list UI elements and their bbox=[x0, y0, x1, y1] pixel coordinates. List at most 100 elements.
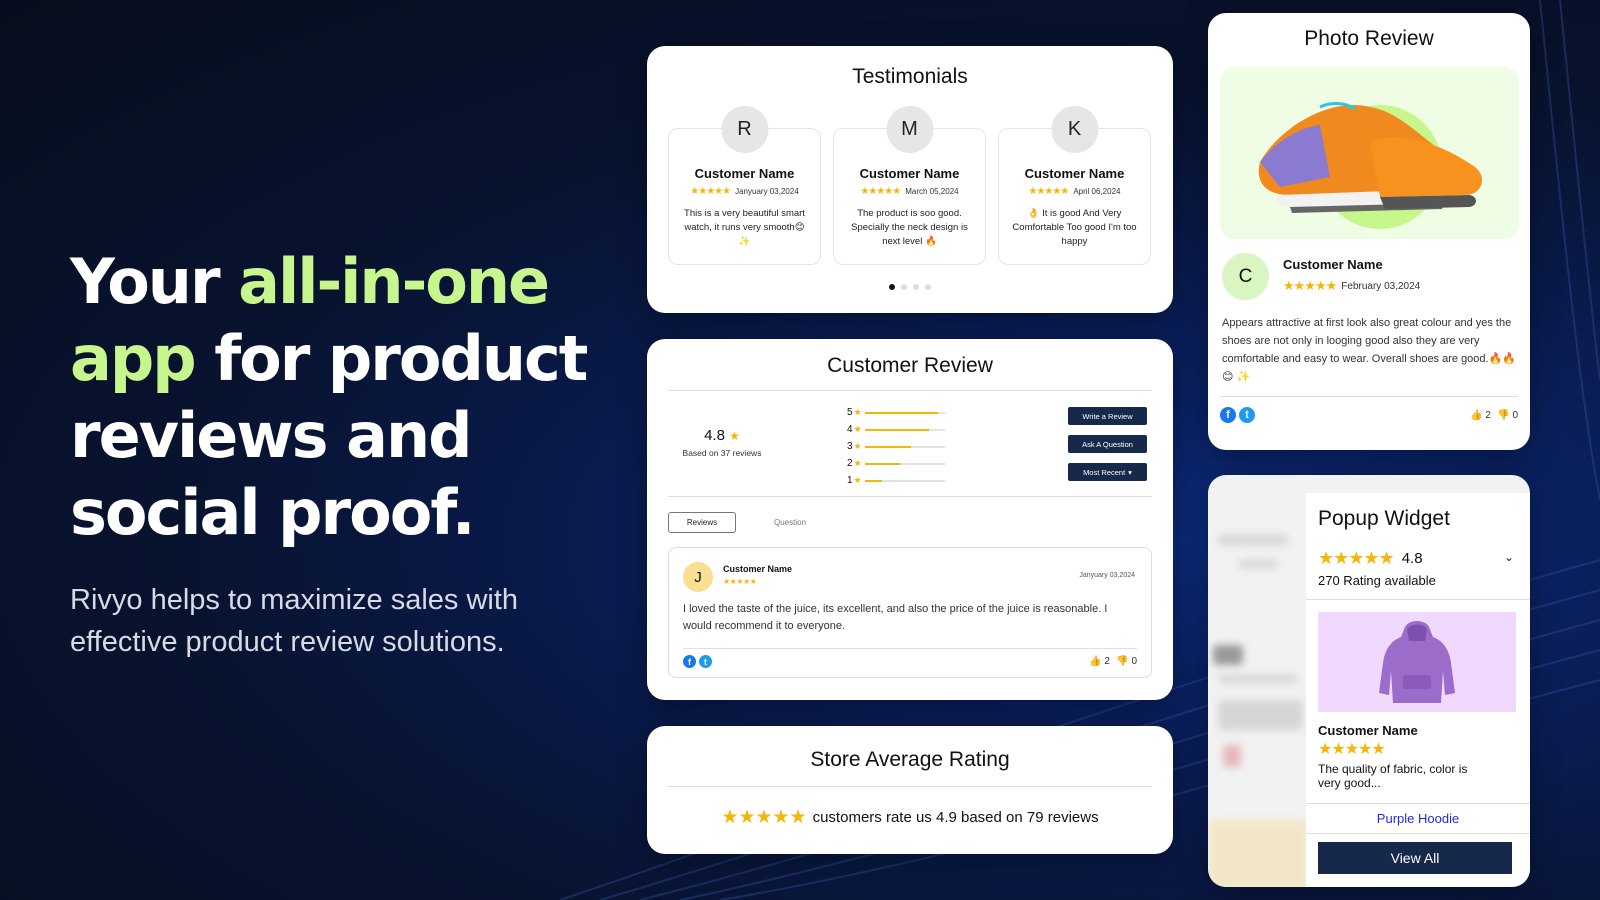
carousel-pagination bbox=[889, 284, 931, 290]
thumbs-up-icon: 👍 bbox=[1469, 409, 1483, 421]
customer-name: Customer Name bbox=[1283, 257, 1383, 272]
product-image-hoodie[interactable] bbox=[1318, 612, 1516, 712]
divider bbox=[668, 786, 1152, 787]
average-rating: 4.8 bbox=[1401, 550, 1423, 567]
share-buttons: f t bbox=[1220, 407, 1255, 423]
dislike-count: 0 bbox=[1512, 409, 1518, 421]
review-text: The product is soo good. Specially the n… bbox=[851, 208, 968, 247]
review-text: This is a very beautiful smart watch, it… bbox=[684, 208, 805, 247]
shoe-illustration bbox=[1258, 102, 1483, 229]
rating-bar-track bbox=[864, 428, 945, 431]
avatar: C bbox=[1222, 253, 1269, 300]
divider bbox=[668, 390, 1152, 391]
review-date: March 05,2024 bbox=[905, 187, 959, 196]
star-icon: ★ bbox=[853, 458, 862, 468]
review-date: Janyuary 03,2024 bbox=[1079, 572, 1135, 579]
thumbs-up-icon: 👍 bbox=[1088, 656, 1102, 667]
popup-widget-card: Popup Widget ★★★★★ 4.8 ⌄ 270 Rating avai… bbox=[1208, 475, 1530, 887]
hero-section: Your all-in-one app for product reviews … bbox=[70, 243, 590, 663]
star-icon: ★ bbox=[853, 407, 862, 417]
review-count: Based on 37 reviews bbox=[682, 448, 762, 458]
testimonial-item: R Customer Name ★★★★★ Janyuary 03,2024 Th… bbox=[668, 106, 821, 265]
popup-widget-title: Popup Widget bbox=[1318, 507, 1450, 530]
avatar: R bbox=[721, 106, 768, 153]
customer-review-card: Customer Review 4.8 ★ Based on 37 review… bbox=[647, 339, 1173, 700]
review-date: Janyuary 03,2024 bbox=[735, 187, 799, 196]
rating-summary: 4.8 ★ Based on 37 reviews bbox=[647, 427, 797, 458]
pagination-dot-4[interactable] bbox=[925, 284, 931, 290]
rating-bar-row[interactable]: 2 ★ bbox=[847, 455, 945, 472]
hero-subtitle: Rivyo helps to maximize sales with effec… bbox=[70, 584, 519, 658]
rating-bar-row[interactable]: 1 ★ bbox=[847, 472, 945, 489]
blurred-background-content bbox=[1218, 675, 1298, 683]
rating-bar-row[interactable]: 4 ★ bbox=[847, 421, 945, 438]
product-image-shoe[interactable] bbox=[1220, 67, 1519, 239]
pagination-dot-2[interactable] bbox=[901, 284, 907, 290]
share-buttons: f t bbox=[683, 655, 712, 668]
hoodie-illustration bbox=[1379, 621, 1455, 703]
facebook-icon[interactable]: f bbox=[683, 655, 696, 668]
like-button[interactable]: 👍 2 bbox=[1470, 410, 1491, 421]
chevron-down-icon[interactable]: ⌄ bbox=[1504, 550, 1514, 564]
store-rating-text: customers rate us 4.9 based on 79 review… bbox=[812, 809, 1099, 826]
average-rating: 4.8 bbox=[704, 427, 725, 444]
divider bbox=[683, 648, 1137, 649]
product-link[interactable]: Purple Hoodie bbox=[1306, 811, 1530, 826]
view-all-button[interactable]: View All bbox=[1318, 842, 1512, 874]
blurred-background-content bbox=[1213, 645, 1243, 665]
hero-title: Your all-in-one app for product reviews … bbox=[70, 245, 588, 549]
popup-widget-panel: Popup Widget ★★★★★ 4.8 ⌄ 270 Rating avai… bbox=[1306, 493, 1530, 887]
rating-bar-track bbox=[864, 411, 945, 414]
star-icon: ★ bbox=[853, 441, 862, 451]
star-rating: ★★★★★ bbox=[1318, 548, 1395, 568]
rating-bar-fill bbox=[864, 479, 883, 482]
star-rating: ★★★★★ bbox=[690, 186, 731, 197]
photo-review-card: Photo Review C Customer Name ★★★★★ Febru… bbox=[1208, 13, 1530, 450]
ask-question-button[interactable]: Ask A Question bbox=[1068, 435, 1147, 453]
star-rating: ★★★★★ bbox=[1283, 278, 1337, 293]
write-review-button[interactable]: Write a Review bbox=[1068, 407, 1147, 425]
twitter-icon[interactable]: t bbox=[699, 655, 712, 668]
customer-name: Customer Name bbox=[694, 166, 795, 181]
rating-bar-row[interactable]: 3 ★ bbox=[847, 438, 945, 455]
blurred-background-content bbox=[1238, 560, 1278, 568]
rating-count: 270 Rating available bbox=[1318, 573, 1436, 588]
avatar: K bbox=[1051, 106, 1098, 153]
customer-name: Customer Name bbox=[1024, 166, 1125, 181]
thumbs-down-icon: 👎 bbox=[1496, 409, 1510, 421]
tab-question[interactable]: Question bbox=[756, 513, 824, 532]
store-rating-title: Store Average Rating bbox=[810, 748, 1010, 771]
avatar: M bbox=[886, 106, 933, 153]
blurred-background-content bbox=[1208, 820, 1308, 887]
review-tabs: Reviews Question bbox=[668, 512, 824, 533]
divider bbox=[1306, 599, 1530, 600]
review-actions: Write a Review Ask A Question Most Recen… bbox=[1068, 407, 1147, 481]
like-button[interactable]: 👍 2 bbox=[1089, 656, 1110, 667]
facebook-icon[interactable]: f bbox=[1220, 407, 1236, 423]
sort-dropdown[interactable]: Most Recent ▾ bbox=[1068, 463, 1147, 481]
vote-buttons: 👍 2 👎 0 bbox=[1089, 656, 1137, 667]
dislike-button[interactable]: 👎 0 bbox=[1116, 656, 1137, 667]
review-text: The quality of fabric, color is very goo… bbox=[1318, 762, 1468, 790]
twitter-icon[interactable]: t bbox=[1239, 407, 1255, 423]
star-rating: ★★★★★ bbox=[723, 577, 757, 586]
testimonials-carousel: R Customer Name ★★★★★ Janyuary 03,2024 Th… bbox=[668, 106, 1151, 265]
review-item: J Customer Name ★★★★★ Janyuary 03,2024 I… bbox=[668, 547, 1152, 678]
testimonials-title: Testimonials bbox=[852, 65, 968, 88]
star-icon: ★ bbox=[853, 475, 862, 485]
pagination-dot-3[interactable] bbox=[913, 284, 919, 290]
avatar: J bbox=[683, 562, 713, 592]
rating-bar-fill bbox=[864, 428, 930, 431]
vote-buttons: 👍 2 👎 0 bbox=[1470, 410, 1518, 421]
review-date: February 03,2024 bbox=[1341, 280, 1421, 292]
pagination-dot-1[interactable] bbox=[889, 284, 895, 290]
like-count: 2 bbox=[1485, 409, 1491, 421]
blurred-background-content bbox=[1223, 745, 1241, 767]
divider bbox=[668, 496, 1152, 497]
tab-reviews[interactable]: Reviews bbox=[668, 512, 736, 533]
dislike-button[interactable]: 👎 0 bbox=[1497, 410, 1518, 421]
photo-review-title: Photo Review bbox=[1304, 27, 1434, 50]
rating-bar-row[interactable]: 5 ★ bbox=[847, 404, 945, 421]
like-count: 2 bbox=[1104, 656, 1110, 667]
rating-bar-fill bbox=[864, 462, 900, 465]
